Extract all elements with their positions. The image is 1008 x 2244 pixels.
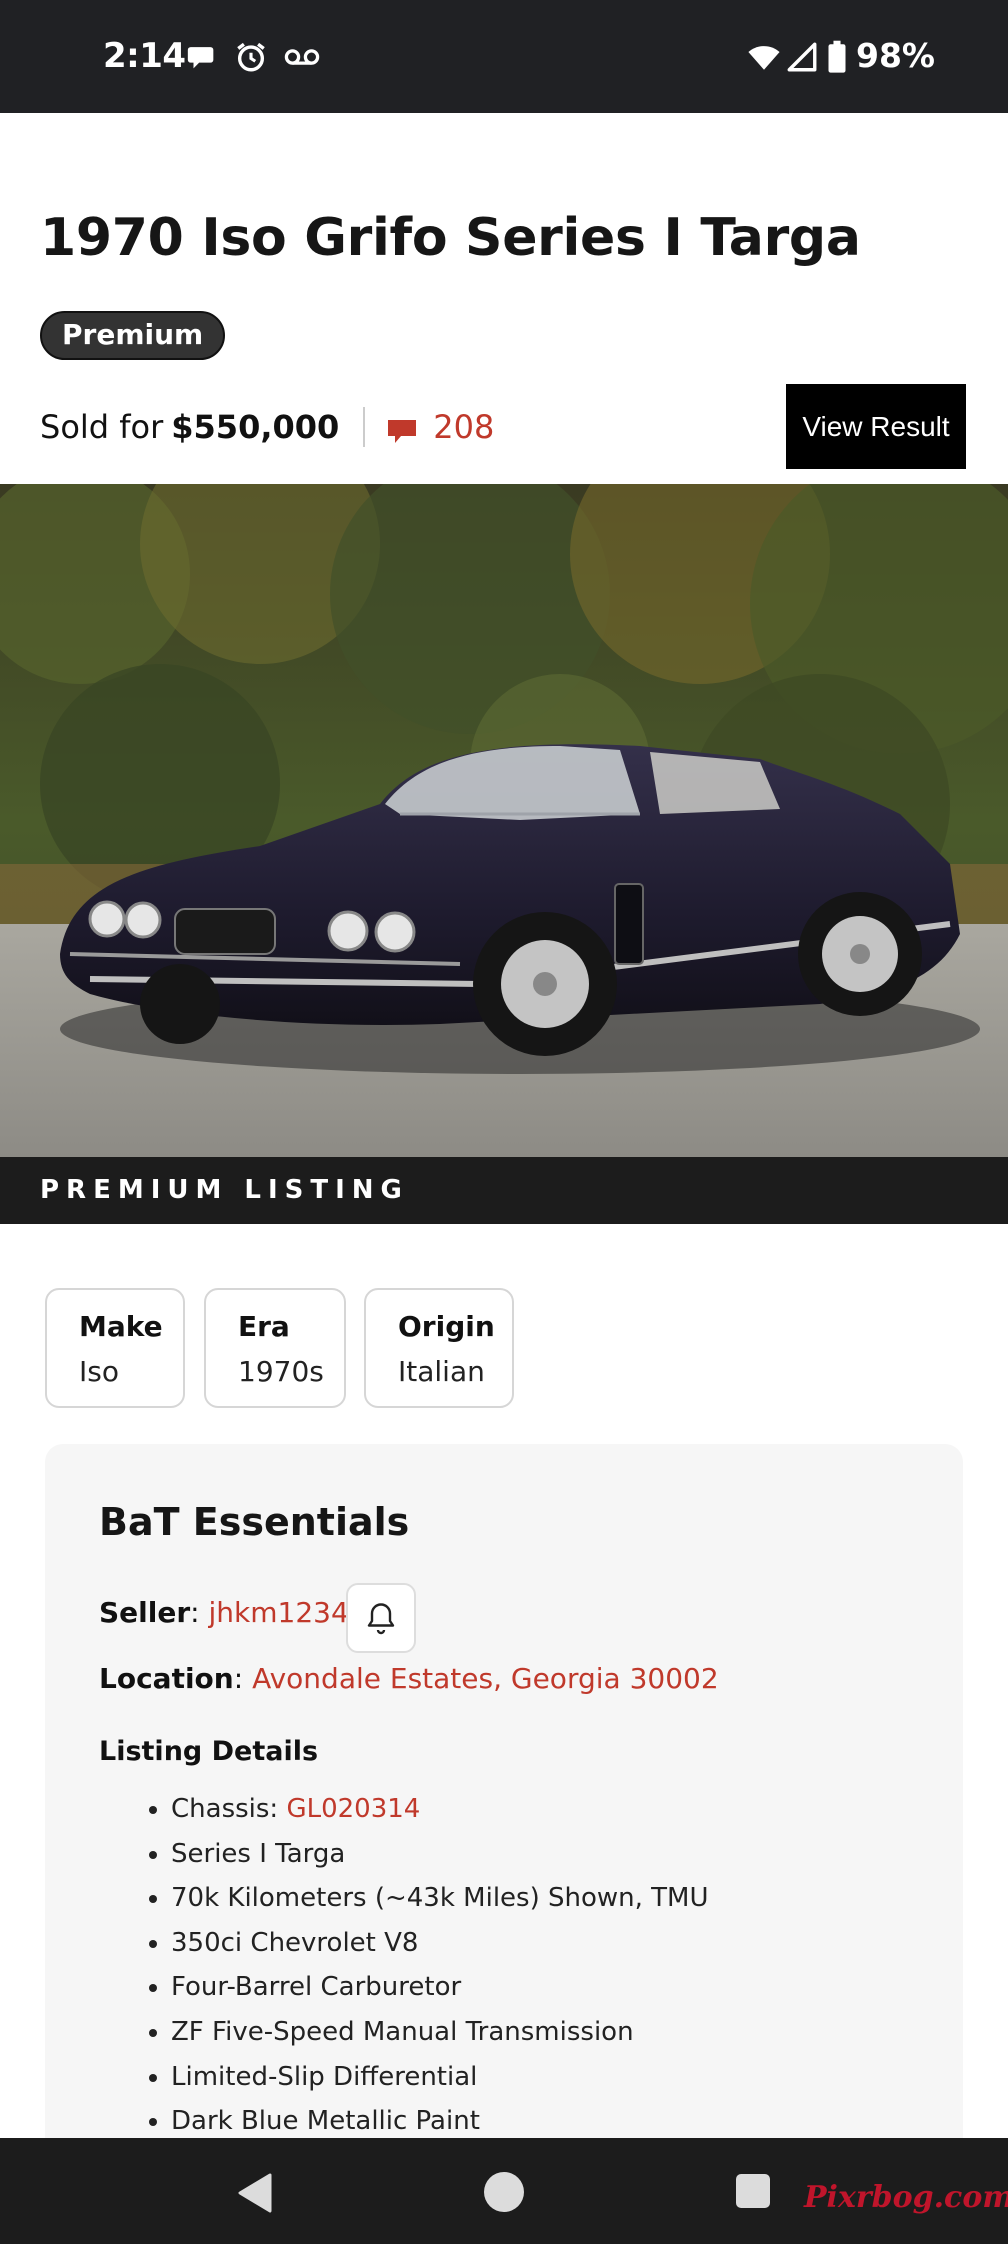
essentials-title: BaT Essentials <box>99 1500 410 1544</box>
location-row: Location: Avondale Estates, Georgia 3000… <box>99 1662 719 1695</box>
car-photo <box>0 484 1008 1157</box>
list-item: Limited-Slip Differential <box>149 2055 709 2100</box>
premium-listing-strip: PREMIUM LISTING <box>0 1157 1008 1224</box>
location-link[interactable]: Avondale Estates, Georgia 30002 <box>252 1662 719 1695</box>
signal-icon <box>787 42 817 72</box>
listing-hero-image[interactable] <box>0 484 1008 1157</box>
comments-icon[interactable] <box>387 417 417 445</box>
list-item: Chassis: GL020314 <box>149 1787 709 1832</box>
location-label: Location <box>99 1662 234 1695</box>
home-icon[interactable] <box>484 2172 524 2212</box>
battery-icon <box>828 40 846 73</box>
list-item: 350ci Chevrolet V8 <box>149 1921 709 1966</box>
tag-label: Make <box>79 1310 163 1343</box>
list-item: Four-Barrel Carburetor <box>149 1965 709 2010</box>
sold-summary: Sold for $550,000 208 <box>40 402 494 452</box>
tag-era[interactable]: Era 1970s <box>204 1288 346 1408</box>
view-result-button[interactable]: View Result <box>786 384 966 469</box>
seller-row: Seller: jhkm12345 <box>99 1596 367 1629</box>
status-bar: 2:14 98% <box>0 0 1008 113</box>
recents-icon[interactable] <box>736 2174 770 2208</box>
sold-label: Sold for <box>40 408 164 446</box>
seller-link[interactable]: jhkm12345 <box>209 1596 367 1629</box>
tag-label: Era <box>238 1310 290 1343</box>
list-item: Series I Targa <box>149 1832 709 1877</box>
watermark: Pixrbog.com <box>804 2180 1008 2215</box>
page-title: 1970 Iso Grifo Series I Targa <box>40 208 861 268</box>
wifi-icon <box>748 46 780 70</box>
comments-count[interactable]: 208 <box>433 408 494 446</box>
list-item: ZF Five-Speed Manual Transmission <box>149 2010 709 2055</box>
listing-details-list: Chassis: GL020314 Series I Targa 70k Kil… <box>149 1787 709 2144</box>
tag-origin[interactable]: Origin Italian <box>364 1288 514 1408</box>
chassis-link[interactable]: GL020314 <box>286 1794 420 1824</box>
battery-percentage: 98% <box>856 36 935 75</box>
bell-icon <box>367 1603 395 1635</box>
tag-value: 1970s <box>238 1355 324 1388</box>
list-item: 70k Kilometers (~43k Miles) Shown, TMU <box>149 1876 709 1921</box>
bat-essentials-panel: BaT Essentials Seller: jhkm12345 Locatio… <box>45 1444 963 2244</box>
tag-make[interactable]: Make Iso <box>45 1288 185 1408</box>
divider <box>363 407 366 447</box>
listing-details-title: Listing Details <box>99 1736 319 1767</box>
navigation-bar: Pixrbog.com <box>0 2138 1008 2244</box>
tag-value: Italian <box>398 1355 485 1388</box>
follow-seller-button[interactable] <box>346 1583 416 1653</box>
sold-price: $550,000 <box>171 408 340 446</box>
tag-value: Iso <box>79 1355 119 1388</box>
tag-label: Origin <box>398 1310 495 1343</box>
seller-label: Seller <box>99 1596 191 1629</box>
premium-badge: Premium <box>40 311 226 360</box>
chassis-label: Chassis: <box>171 1794 287 1824</box>
back-icon[interactable] <box>236 2173 272 2213</box>
chat-bubble-icon <box>187 47 214 69</box>
voicemail-icon <box>284 49 320 65</box>
alarm-icon <box>237 42 265 72</box>
status-time: 2:14 <box>103 36 186 76</box>
